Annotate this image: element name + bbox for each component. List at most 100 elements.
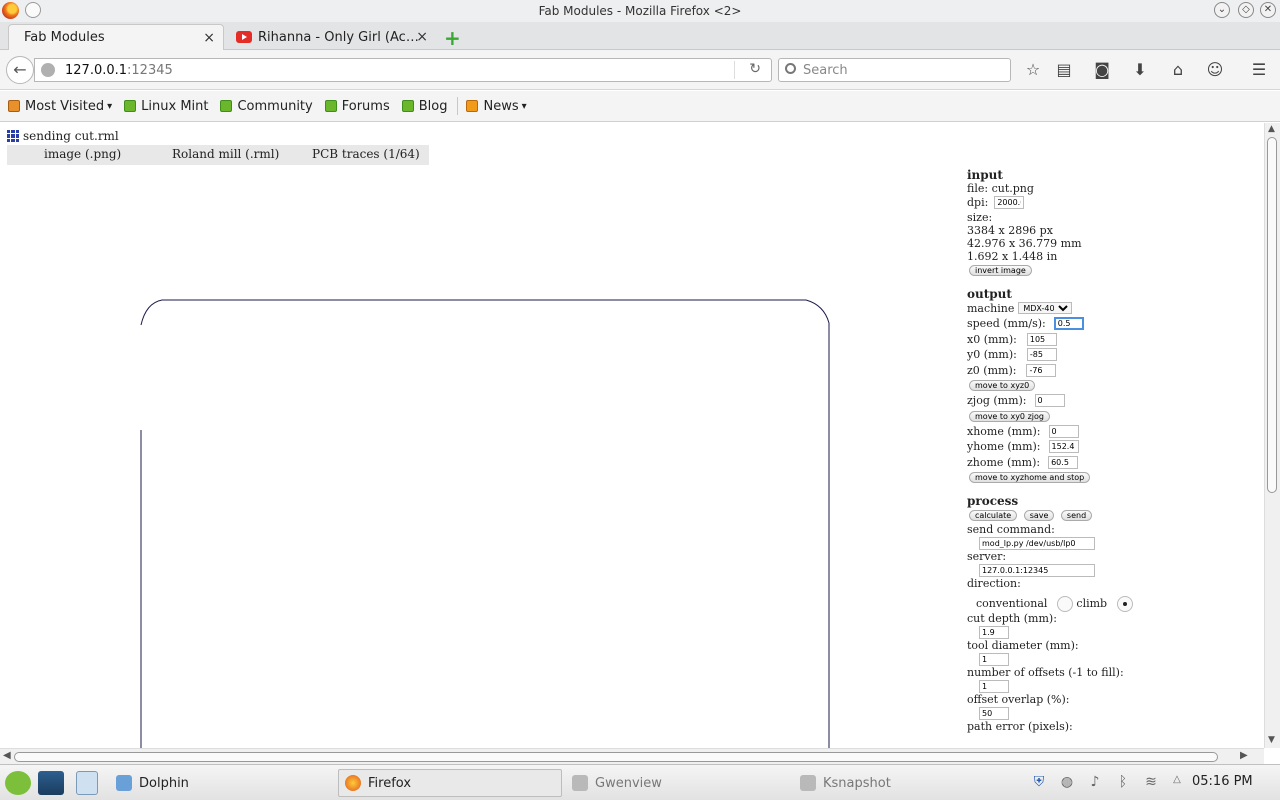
invert-image-button[interactable]: invert image <box>969 264 1032 276</box>
vertical-scroll-thumb[interactable] <box>1267 137 1277 493</box>
send-button[interactable]: send <box>1060 510 1093 521</box>
path-image[interactable]: image (.png) <box>44 147 121 161</box>
bookmarks-toolbar: Most Visited ▾ Linux Mint Community Foru… <box>0 91 1280 122</box>
move-to-xyz0-button[interactable]: move to xyz0 <box>969 380 1036 391</box>
task-dolphin[interactable]: Dolphin <box>110 769 334 797</box>
section-heading: process <box>967 494 1019 508</box>
machine-select[interactable]: MDX-40 <box>1018 302 1073 315</box>
offsets-label: number of offsets (-1 to fill): <box>967 666 1124 679</box>
bookmark-news[interactable]: News ▾ <box>466 99 527 114</box>
task-gwenview[interactable]: Gwenview <box>566 769 790 797</box>
new-tab-button[interactable]: + <box>444 26 461 50</box>
horizontal-scroll-thumb[interactable] <box>14 752 1218 762</box>
tab-close-icon[interactable]: × <box>203 30 215 46</box>
xhome-input[interactable] <box>1048 424 1079 438</box>
path-pcb-traces[interactable]: PCB traces (1/64) <box>312 147 420 161</box>
chevron-down-icon: ▾ <box>107 100 113 112</box>
mint-menu-icon[interactable] <box>5 771 31 795</box>
clock[interactable]: 05:16 PM <box>1192 774 1253 789</box>
y0-input[interactable] <box>1026 348 1057 362</box>
scroll-up-icon[interactable]: ▲ <box>1268 124 1275 134</box>
rss-icon <box>466 100 479 112</box>
scroll-left-icon[interactable]: ◀ <box>3 750 11 761</box>
reload-icon[interactable]: ↻ <box>749 61 761 77</box>
tab-fab-modules[interactable]: Fab Modules × <box>8 24 224 50</box>
site-info-icon[interactable] <box>41 63 55 77</box>
volume-icon[interactable]: ♪ <box>1086 774 1104 792</box>
save-button[interactable]: save <box>1023 510 1055 521</box>
overlap-input[interactable] <box>979 707 1009 720</box>
page-content: sending cut.rml image (.png) Roland mill… <box>0 123 1264 748</box>
task-label: Gwenview <box>595 775 662 791</box>
downloads-icon[interactable]: ⬇ <box>1129 60 1151 80</box>
bookmark-blog[interactable]: Blog <box>401 98 448 114</box>
calculate-button[interactable]: calculate <box>969 510 1018 521</box>
speed-label: speed (mm/s): <box>967 317 1046 331</box>
xhome-label: xhome (mm): <box>967 424 1041 438</box>
bookmark-forums[interactable]: Forums <box>324 99 390 114</box>
x0-input[interactable] <box>1026 332 1057 346</box>
zhome-input[interactable] <box>1048 455 1079 469</box>
reading-list-icon[interactable]: ▤ <box>1053 60 1075 80</box>
offsets-input[interactable] <box>979 680 1009 693</box>
cut-depth-input[interactable] <box>979 626 1009 639</box>
pocket-icon[interactable]: ◙ <box>1091 60 1113 80</box>
wifi-icon[interactable]: ≋ <box>1142 774 1160 792</box>
zjog-input[interactable] <box>1034 394 1065 408</box>
mint-icon <box>220 100 233 112</box>
security-shield-icon[interactable]: ⛨ <box>1030 774 1048 792</box>
url-bar[interactable]: 127.0.0.1 :12345 ↻ <box>34 58 772 82</box>
scroll-down-icon[interactable]: ▼ <box>1268 735 1275 745</box>
move-to-home-button[interactable]: move to xyzhome and stop <box>969 472 1091 483</box>
machine-label: machine <box>967 301 1015 315</box>
bookmark-label: Linux Mint <box>141 98 209 114</box>
gwenview-icon <box>572 775 588 791</box>
path-error-label: path error (pixels): <box>967 720 1073 733</box>
task-firefox[interactable]: Firefox <box>338 769 562 797</box>
tool-diameter-label: tool diameter (mm): <box>967 639 1079 652</box>
send-command-input[interactable] <box>979 537 1095 550</box>
climb-radio[interactable] <box>1116 596 1133 612</box>
file-manager-icon[interactable] <box>76 771 98 795</box>
search-input[interactable]: Search <box>778 58 1011 82</box>
chat-icon[interactable]: ☺ <box>1204 60 1226 80</box>
close-window-icon[interactable]: ✕ <box>1260 2 1276 18</box>
x0-label: x0 (mm): <box>967 332 1017 346</box>
tool-diameter-input[interactable] <box>979 653 1009 666</box>
bookmark-community[interactable]: Community <box>220 99 313 114</box>
bookmark-linux-mint[interactable]: Linux Mint <box>124 99 208 114</box>
dolphin-icon <box>116 775 132 791</box>
z0-input[interactable] <box>1026 363 1057 377</box>
speed-input[interactable] <box>1053 317 1084 331</box>
maximize-icon[interactable]: ◇ <box>1238 2 1254 18</box>
home-icon[interactable]: ⌂ <box>1167 60 1189 80</box>
bookmark-star-icon[interactable]: ☆ <box>1022 60 1044 80</box>
tab-close-icon[interactable]: × <box>416 29 428 45</box>
search-placeholder: Search <box>803 62 848 78</box>
minimize-icon[interactable]: ⌄ <box>1214 2 1230 18</box>
bookmark-label: Blog <box>418 98 448 114</box>
bluetooth-icon[interactable]: ᛒ <box>1114 774 1132 792</box>
network-icon[interactable]: ◍ <box>1058 774 1076 792</box>
task-ksnapshot[interactable]: Ksnapshot <box>794 769 1018 797</box>
path-roland-mill[interactable]: Roland mill (.rml) <box>172 147 279 161</box>
send-command-label: send command: <box>967 523 1055 536</box>
back-button[interactable]: ← <box>6 56 34 84</box>
conventional-radio[interactable] <box>1056 596 1073 612</box>
process-section: process calculate save send send command… <box>967 495 1227 733</box>
tray-expand-icon[interactable]: △ <box>1168 774 1186 792</box>
yhome-input[interactable] <box>1048 440 1079 454</box>
tab-youtube[interactable]: Rihanna - Only Girl (Ac… × <box>226 24 436 50</box>
server-label: server: <box>967 550 1007 563</box>
vertical-scrollbar[interactable]: ▲ ▼ <box>1264 123 1280 748</box>
show-desktop-icon[interactable] <box>38 771 64 795</box>
move-to-xy0-zjog-button[interactable]: move to xy0 zjog <box>969 410 1050 422</box>
scroll-right-icon[interactable]: ▶ <box>1240 750 1248 761</box>
tab-label: Rihanna - Only Girl (Ac… <box>258 29 419 45</box>
horizontal-scrollbar[interactable]: ◀ ▶ <box>0 748 1264 764</box>
server-input[interactable] <box>979 564 1095 577</box>
menu-icon[interactable]: ☰ <box>1248 60 1270 80</box>
dpi-input[interactable] <box>994 196 1025 210</box>
bookmark-most-visited[interactable]: Most Visited ▾ <box>8 99 112 114</box>
pin-window-icon[interactable] <box>25 2 41 18</box>
